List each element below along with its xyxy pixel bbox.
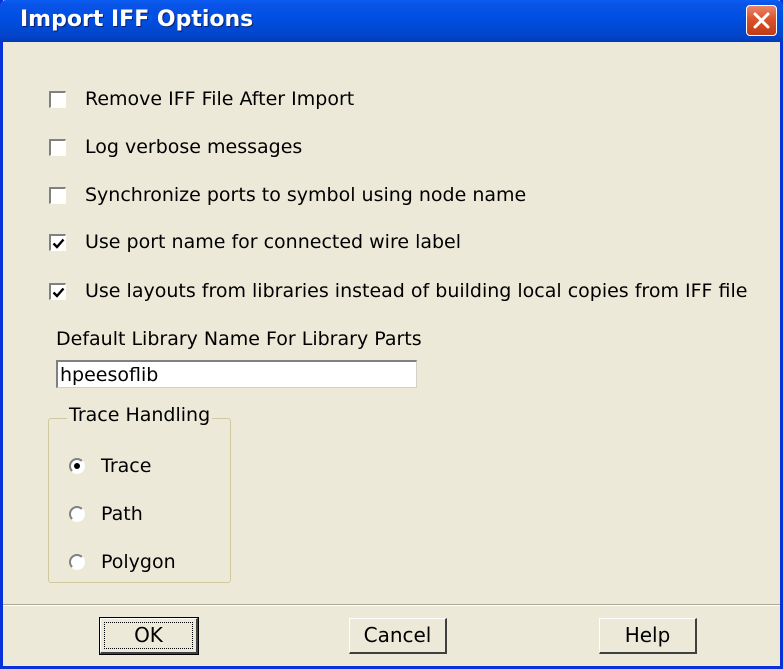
close-button[interactable]	[746, 5, 777, 36]
import-iff-options-dialog: Import IFF Options Remove IFF File After…	[0, 0, 783, 669]
focus-rectangle	[104, 622, 193, 649]
remove-iff-file-checkbox[interactable]	[49, 91, 66, 108]
library-name-label: Default Library Name For Library Parts	[56, 328, 422, 350]
title-bar[interactable]: Import IFF Options	[0, 0, 783, 42]
synchronize-ports-checkbox[interactable]	[49, 187, 66, 204]
use-layouts-checkbox[interactable]	[49, 283, 66, 300]
radio-label: Path	[101, 503, 143, 525]
use-port-name-checkbox[interactable]	[49, 234, 66, 251]
option-label: Use port name for connected wire label	[85, 231, 462, 253]
radio-label: Trace	[101, 455, 152, 477]
cancel-button[interactable]: Cancel	[349, 618, 447, 654]
trace-handling-legend: Trace Handling	[67, 404, 213, 426]
help-button-label: Help	[624, 623, 671, 647]
button-separator	[3, 604, 780, 606]
trace-handling-group: Trace Handling Trace Path Polygon	[48, 404, 231, 583]
close-icon	[753, 12, 770, 29]
library-name-input[interactable]: hpeesoflib	[56, 360, 417, 388]
log-verbose-checkbox[interactable]	[49, 139, 66, 156]
check-icon	[52, 287, 65, 298]
window-title: Import IFF Options	[20, 7, 254, 32]
trace-radio[interactable]	[69, 458, 85, 474]
cancel-button-label: Cancel	[363, 623, 432, 647]
option-label: Log verbose messages	[85, 136, 303, 158]
check-icon	[52, 238, 65, 249]
option-label: Use layouts from libraries instead of bu…	[85, 280, 748, 302]
option-label: Synchronize ports to symbol using node n…	[85, 184, 527, 206]
option-label: Remove IFF File After Import	[85, 88, 355, 110]
radio-dot-icon	[74, 463, 80, 469]
polygon-radio[interactable]	[69, 554, 85, 570]
help-button[interactable]: Help	[599, 618, 697, 654]
ok-button[interactable]: OK	[99, 617, 199, 655]
path-radio[interactable]	[69, 506, 85, 522]
radio-label: Polygon	[101, 551, 176, 573]
